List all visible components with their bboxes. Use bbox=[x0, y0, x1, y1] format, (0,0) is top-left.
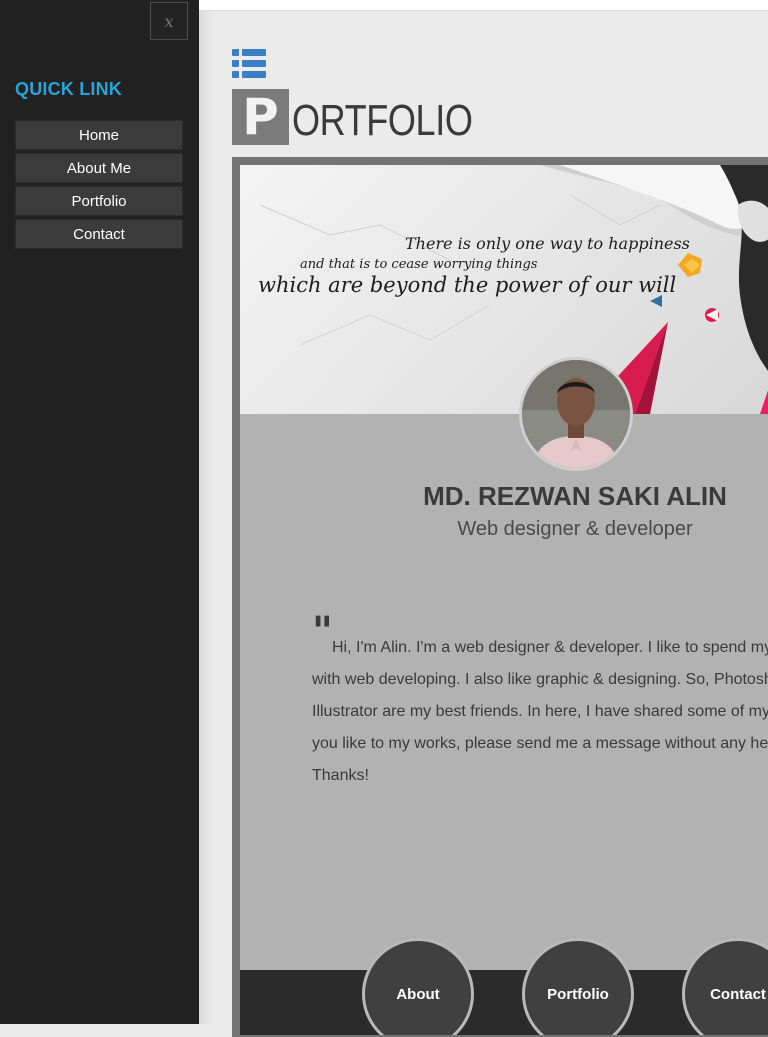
contact-button[interactable]: Contact bbox=[682, 938, 768, 1035]
banner-quote-line-2: and that is to cease worrying things bbox=[300, 257, 538, 272]
list-icon[interactable] bbox=[232, 48, 266, 79]
profile-card: There is only one way to happiness and t… bbox=[240, 165, 768, 1035]
bio-line: with web developing. I also like graphic… bbox=[312, 671, 768, 688]
quick-link-title: QUICK LINK bbox=[15, 79, 122, 99]
sidebar-item-contact[interactable]: Contact bbox=[15, 219, 183, 249]
bio-line: Thanks! bbox=[312, 767, 369, 784]
portfolio-logo: P ORTFOLIO bbox=[232, 89, 512, 145]
bio-line: Illustrator are my best friends. In here… bbox=[312, 703, 768, 720]
bio-text: Hi, I'm Alin. I'm a web designer & devel… bbox=[312, 632, 768, 792]
banner-quote-line-3: which are beyond the power of our will bbox=[258, 273, 677, 297]
banner-image: There is only one way to happiness and t… bbox=[240, 165, 768, 414]
bio-line: you like to my works, please send me a m… bbox=[312, 735, 768, 752]
sidebar: x QUICK LINK Home About Me Portfolio Con… bbox=[0, 0, 199, 1024]
portfolio-button[interactable]: Portfolio bbox=[522, 938, 634, 1035]
quick-link-menu: Home About Me Portfolio Contact bbox=[15, 120, 183, 252]
avatar bbox=[519, 357, 633, 471]
sidebar-shadow bbox=[199, 0, 213, 1024]
logo-text: ORTFOLIO bbox=[292, 96, 473, 145]
profile-role: Web designer & developer bbox=[457, 518, 693, 540]
profile-name: MD. REZWAN SAKI ALIN bbox=[423, 481, 727, 511]
top-bar bbox=[199, 0, 768, 11]
sidebar-item-portfolio[interactable]: Portfolio bbox=[15, 186, 183, 216]
close-sidebar-button[interactable]: x bbox=[150, 2, 188, 40]
banner-quote-line-1: There is only one way to happiness bbox=[405, 234, 690, 253]
bio-line: Hi, I'm Alin. I'm a web designer & devel… bbox=[332, 639, 768, 656]
logo-initial: P bbox=[232, 89, 289, 145]
sidebar-item-about-me[interactable]: About Me bbox=[15, 153, 183, 183]
about-button[interactable]: About bbox=[362, 938, 474, 1035]
sidebar-item-home[interactable]: Home bbox=[15, 120, 183, 150]
